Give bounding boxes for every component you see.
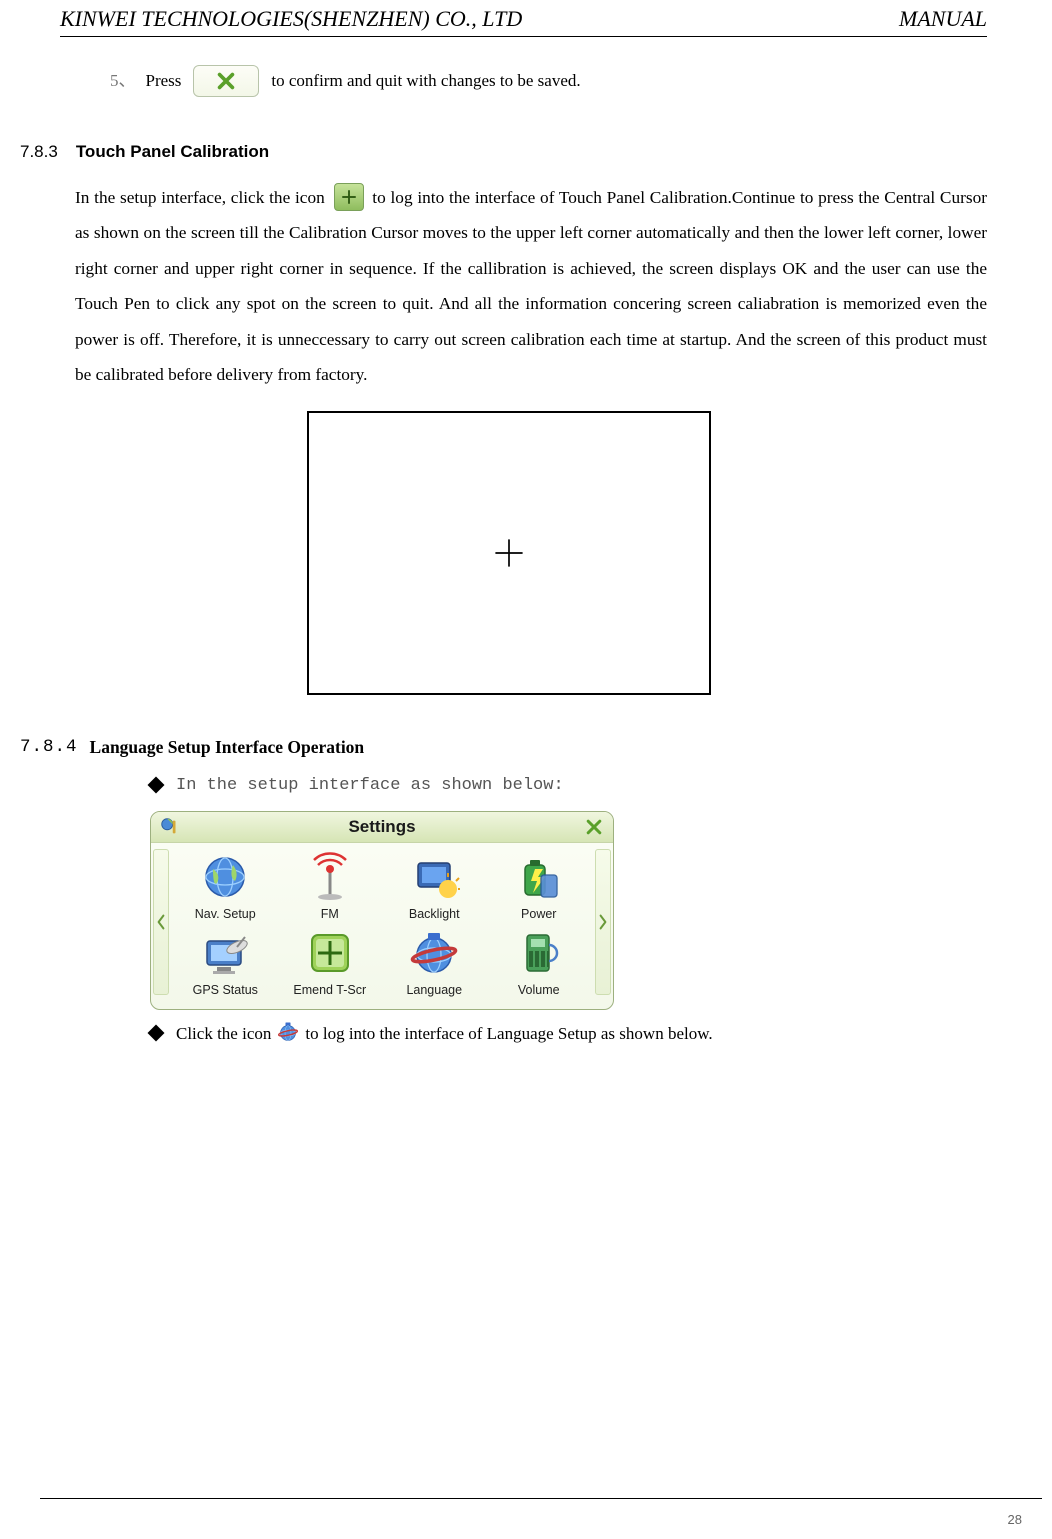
calibration-screen-illustration [307, 411, 711, 695]
settings-grid: Nav. Setup FM [171, 845, 593, 999]
settings-app-icon [159, 816, 181, 838]
grid-item-label: GPS Status [193, 983, 258, 997]
grid-item-label: Power [521, 907, 556, 921]
settings-close-button[interactable] [583, 816, 605, 838]
para-text-a: In the setup interface, click the icon [75, 188, 325, 207]
grid-item-label: Volume [518, 983, 560, 997]
grid-item-language[interactable]: Language [384, 927, 485, 997]
para-text-b: to log into the interface of Touch Panel… [75, 188, 987, 384]
chevron-right-icon [598, 914, 608, 930]
grid-item-label: FM [321, 907, 339, 921]
settings-body: Nav. Setup FM [151, 843, 613, 1009]
diamond-bullet-icon [148, 1025, 165, 1042]
grid-item-gps-status[interactable]: GPS Status [175, 927, 276, 997]
section-title: Language Setup Interface Operation [90, 737, 365, 758]
bullet-2-text-b: to log into the interface of Language Se… [305, 1020, 712, 1049]
language-icon-inline [275, 1019, 301, 1045]
bullet-1: In the setup interface as shown below: [150, 772, 997, 801]
bullet-1-text: In the setup interface as shown below: [176, 772, 564, 801]
grid-item-backlight[interactable]: Backlight [384, 851, 485, 921]
backlight-icon [408, 851, 460, 903]
close-icon [215, 70, 237, 92]
section-title: Touch Panel Calibration [76, 142, 269, 162]
section-heading-783: 7.8.3 Touch Panel Calibration [20, 142, 997, 162]
close-button-illustration [193, 65, 259, 97]
page-number: 28 [1008, 1512, 1022, 1527]
nav-right-button[interactable] [595, 849, 611, 995]
company-name: KINWEI TECHNOLOGIES(SHENZHEN) CO., LTD [60, 6, 522, 32]
nav-left-button[interactable] [153, 849, 169, 995]
emend-icon [304, 927, 356, 979]
footer-rule [40, 1498, 1042, 1499]
step-after-text: to confirm and quit with changes to be s… [271, 67, 580, 94]
bullet-2: Click the icon to log into the interface… [150, 1020, 997, 1049]
gps-icon [199, 927, 251, 979]
header-rule [60, 36, 987, 37]
chevron-left-icon [156, 914, 166, 930]
settings-window-illustration: Settings [150, 811, 614, 1010]
grid-item-label: Language [406, 983, 462, 997]
plus-target-icon [340, 188, 358, 206]
step-number: 5、 [110, 67, 136, 94]
antenna-icon [304, 851, 356, 903]
grid-item-label: Backlight [409, 907, 460, 921]
step-5-line: 5、 Press to confirm and quit with change… [110, 65, 997, 97]
crosshair-icon [492, 536, 526, 570]
globe-icon [199, 851, 251, 903]
grid-item-label: Nav. Setup [195, 907, 256, 921]
grid-item-label: Emend T-Scr [293, 983, 366, 997]
grid-item-power[interactable]: Power [489, 851, 590, 921]
grid-item-emend-tscr[interactable]: Emend T-Scr [280, 927, 381, 997]
doc-type: MANUAL [899, 6, 987, 32]
close-icon [584, 817, 604, 837]
step-before-text: Press [146, 67, 182, 94]
section-heading-784: 7.8.4 Language Setup Interface Operation [20, 737, 997, 758]
grid-item-fm[interactable]: FM [280, 851, 381, 921]
language-icon [408, 927, 460, 979]
section-783-paragraph: In the setup interface, click the icon t… [75, 180, 987, 393]
section-number: 7.8.4 [20, 737, 78, 758]
section-number: 7.8.3 [20, 142, 58, 162]
volume-icon [513, 927, 565, 979]
settings-titlebar: Settings [151, 812, 613, 843]
bullet-2-text-a: Click the icon [176, 1020, 271, 1049]
grid-item-nav-setup[interactable]: Nav. Setup [175, 851, 276, 921]
emend-icon-inline [334, 183, 364, 211]
grid-item-volume[interactable]: Volume [489, 927, 590, 997]
settings-title: Settings [181, 817, 583, 837]
power-icon [513, 851, 565, 903]
diamond-bullet-icon [148, 777, 165, 794]
